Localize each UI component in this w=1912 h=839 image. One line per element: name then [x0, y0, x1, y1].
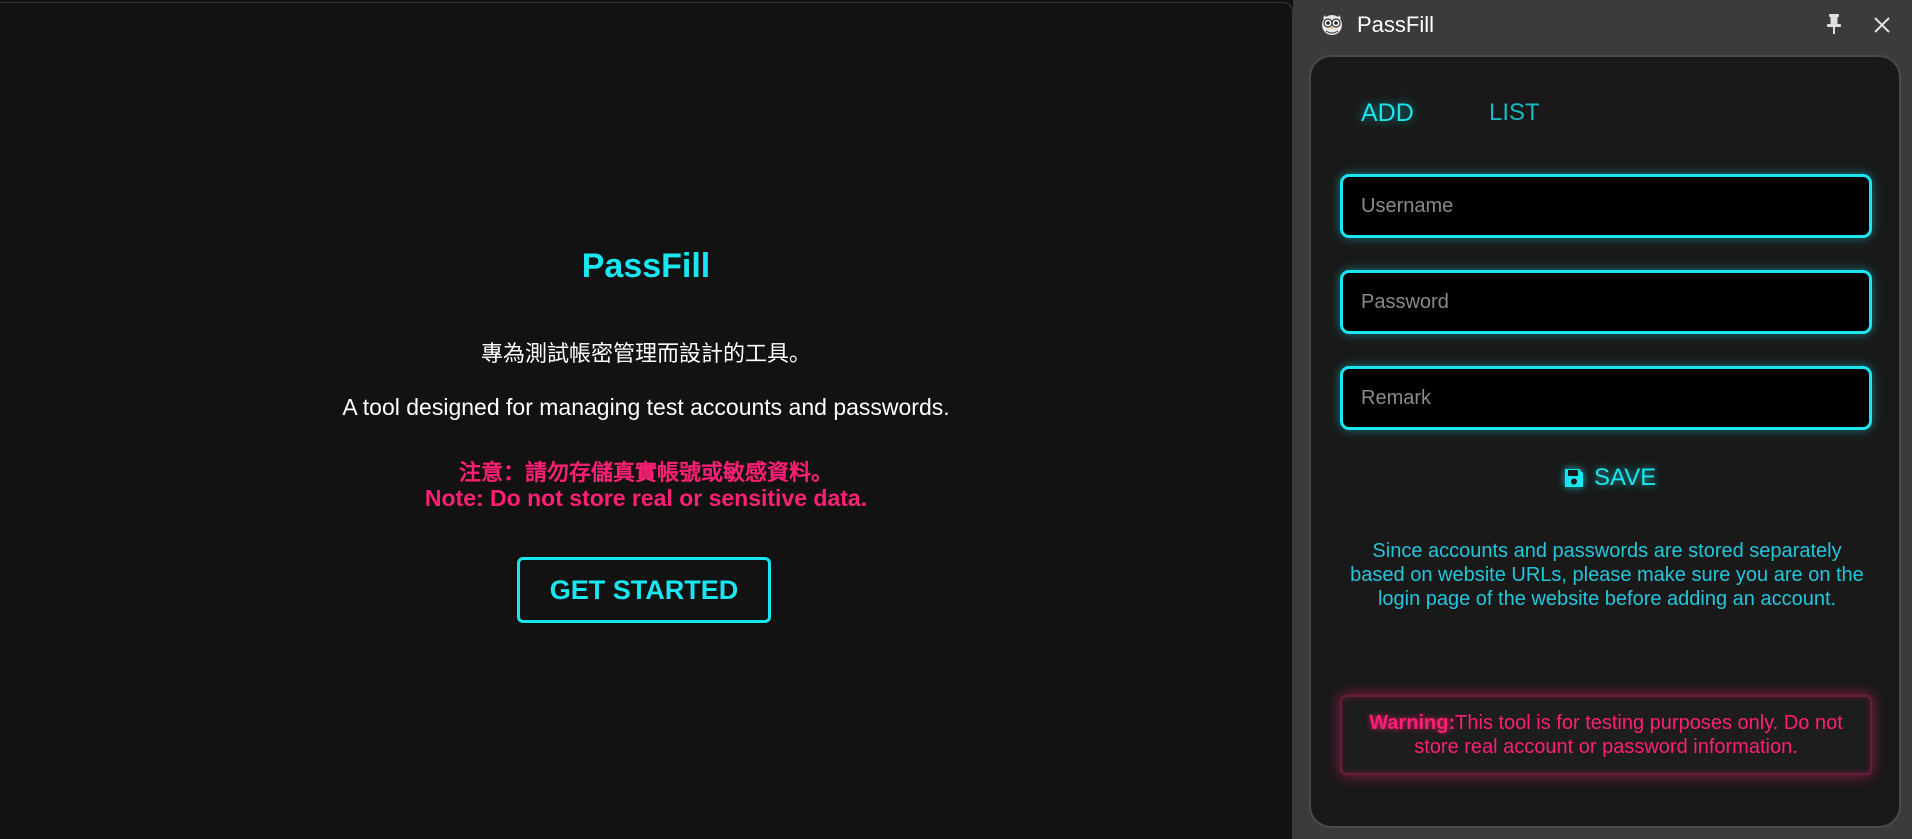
panel-titlebar: PassFill: [1293, 0, 1912, 50]
subtitle-english: A tool designed for managing test accoun…: [342, 394, 950, 420]
password-input[interactable]: [1340, 270, 1872, 334]
save-button[interactable]: SAVE: [1562, 460, 1656, 496]
add-account-card: ADD LIST SAVE Since accounts and passwor…: [1309, 55, 1901, 828]
owl-logo-icon: [1322, 15, 1342, 35]
info-text: Since accounts and passwords are stored …: [1350, 540, 1864, 610]
warning-label: Warning:: [1369, 712, 1456, 734]
main-page: PassFill 專為測試帳密管理而設計的工具。 A tool designed…: [0, 2, 1293, 839]
pin-icon[interactable]: [1823, 12, 1845, 36]
save-label: SAVE: [1594, 464, 1657, 491]
side-panel: PassFill ADD LIST SAVE Since accounts an…: [1293, 0, 1912, 839]
tab-add[interactable]: ADD: [1361, 99, 1414, 128]
tab-list[interactable]: LIST: [1489, 99, 1540, 127]
panel-title: PassFill: [1357, 12, 1435, 37]
note-english: Note: Do not store real or sensitive dat…: [424, 485, 868, 511]
warning-box: Warning:This tool is for testing purpose…: [1340, 695, 1872, 775]
floppy-disk-icon: [1565, 469, 1583, 487]
close-icon[interactable]: [1871, 14, 1893, 36]
remark-input[interactable]: [1340, 366, 1872, 430]
get-started-button[interactable]: GET STARTED: [517, 557, 771, 623]
note-chinese: 注意：請勿存儲真實帳號或敏感資料。: [458, 460, 833, 485]
subtitle-chinese: 專為測試帳密管理而設計的工具。: [480, 341, 811, 366]
page-title: PassFill: [581, 247, 711, 285]
username-input[interactable]: [1340, 174, 1872, 238]
warning-text: This tool is for testing purposes only. …: [1414, 712, 1843, 758]
